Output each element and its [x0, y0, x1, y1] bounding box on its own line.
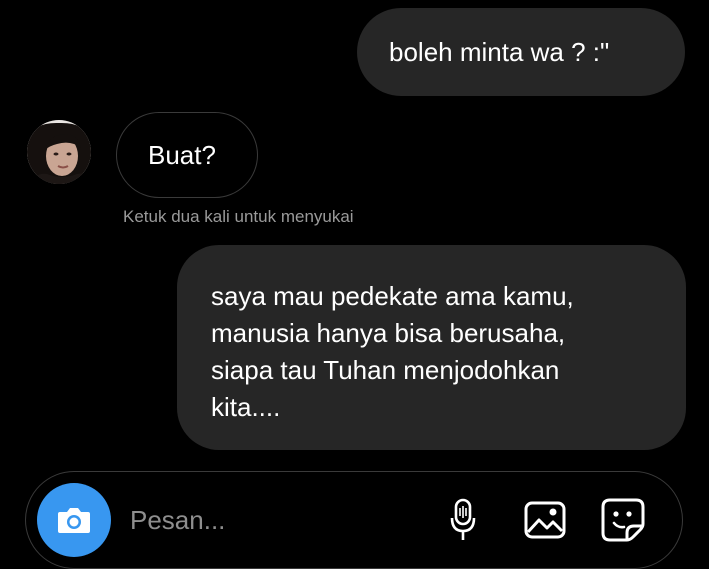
- sent-message-bubble[interactable]: saya mau pedekate ama kamu, manusia hany…: [177, 245, 686, 450]
- avatar-photo: [27, 120, 91, 184]
- message-line: siapa tau Tuhan menjodohkan: [211, 355, 560, 385]
- sticker-icon: [601, 498, 645, 542]
- camera-icon: [58, 508, 90, 533]
- microphone-button[interactable]: [440, 497, 486, 543]
- sent-message-bubble[interactable]: boleh minta wa ? :": [357, 8, 685, 96]
- microphone-icon: [450, 498, 476, 540]
- message-text: boleh minta wa ? :": [389, 37, 610, 67]
- gallery-button[interactable]: [522, 497, 568, 543]
- message-line: kita....: [211, 392, 281, 422]
- camera-button[interactable]: [37, 483, 111, 557]
- contact-avatar[interactable]: [27, 120, 91, 184]
- like-hint: Ketuk dua kali untuk menyukai: [123, 207, 354, 226]
- message-line: saya mau pedekate ama kamu,: [211, 281, 574, 311]
- received-message-bubble[interactable]: Buat?: [116, 112, 258, 198]
- gallery-icon: [524, 501, 566, 539]
- sticker-button[interactable]: [600, 497, 646, 543]
- message-composer: [25, 471, 683, 569]
- message-input[interactable]: [130, 496, 430, 544]
- message-line: manusia hanya bisa berusaha,: [211, 318, 566, 348]
- message-text: Buat?: [148, 140, 216, 170]
